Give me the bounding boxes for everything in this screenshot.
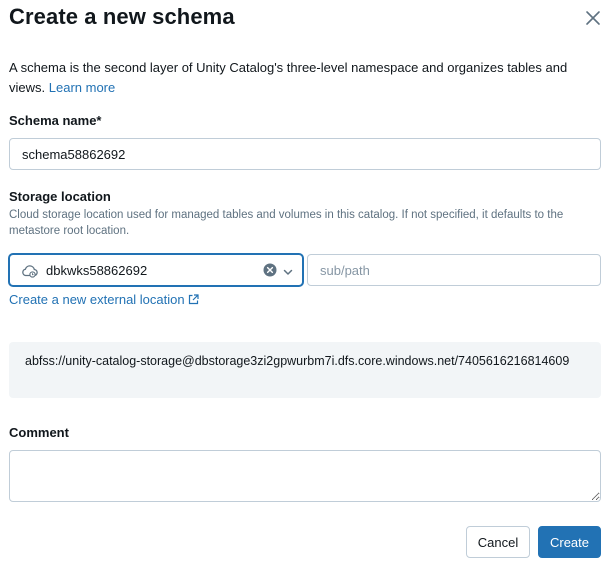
dialog-title: Create a new schema [9, 4, 235, 29]
close-icon[interactable] [583, 8, 603, 28]
selected-location-value: dbkwks58862692 [46, 263, 148, 278]
clear-circle-icon[interactable] [263, 263, 277, 282]
subpath-input[interactable] [307, 254, 601, 286]
create-external-location-label: Create a new external location [9, 292, 185, 307]
schema-name-input[interactable] [9, 138, 601, 170]
comment-textarea[interactable] [9, 450, 601, 502]
storage-location-label: Storage location [9, 189, 111, 204]
learn-more-link[interactable]: Learn more [49, 80, 115, 95]
cloud-icon [21, 263, 39, 284]
storage-location-hint: Cloud storage location used for managed … [9, 209, 564, 237]
dialog-description: A schema is the second layer of Unity Ca… [9, 58, 589, 98]
create-external-location-link[interactable]: Create a new external location [9, 292, 199, 307]
create-button[interactable]: Create [538, 526, 601, 558]
external-link-icon [188, 294, 199, 305]
storage-location-select[interactable]: dbkwks58862692 [9, 254, 303, 286]
resolved-storage-path: abfss://unity-catalog-storage@dbstorage3… [9, 342, 601, 398]
chevron-down-icon[interactable] [282, 265, 294, 283]
schema-name-label: Schema name* [9, 113, 102, 128]
comment-label: Comment [9, 425, 69, 440]
cancel-button[interactable]: Cancel [466, 526, 530, 558]
